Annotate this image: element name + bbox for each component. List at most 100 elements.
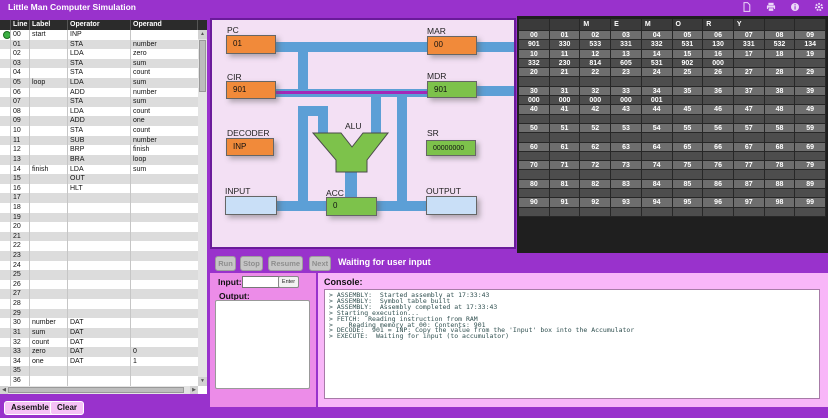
memory-value-cell[interactable] [642,115,673,124]
memory-value-cell[interactable] [703,96,734,105]
memory-value-cell[interactable]: 000 [550,96,581,105]
code-row[interactable]: 33zeroDAT0 [0,347,198,357]
code-row[interactable]: 28 [0,299,198,309]
memory-value-cell[interactable] [734,59,765,68]
memory-value-cell[interactable]: 000 [611,96,642,105]
code-row[interactable]: 09ADDone [0,116,198,126]
code-row[interactable]: 25 [0,270,198,280]
memory-value-cell[interactable] [734,208,765,217]
memory-address-cell[interactable]: 16 [703,50,734,59]
memory-value-cell[interactable] [703,133,734,142]
memory-value-cell[interactable] [580,208,611,217]
memory-address-cell[interactable]: 81 [550,180,581,189]
code-row[interactable]: 29 [0,309,198,319]
memory-address-cell[interactable]: 95 [673,198,704,207]
memory-address-cell[interactable]: 58 [765,124,796,133]
memory-value-cell[interactable]: 531 [673,40,704,49]
horizontal-scroll-thumb[interactable] [8,387,184,393]
memory-value-cell[interactable] [611,115,642,124]
scroll-down-arrow[interactable]: ▼ [198,377,207,386]
memory-value-cell[interactable] [580,133,611,142]
memory-address-cell[interactable]: 48 [765,105,796,114]
memory-value-cell[interactable] [550,115,581,124]
code-row[interactable]: 20 [0,222,198,232]
memory-address-cell[interactable]: 85 [673,180,704,189]
memory-address-cell[interactable]: 06 [703,31,734,40]
code-row[interactable]: 13BRAloop [0,155,198,165]
memory-address-cell[interactable]: 35 [673,87,704,96]
memory-value-cell[interactable] [642,170,673,179]
memory-address-cell[interactable]: 05 [673,31,704,40]
memory-address-cell[interactable]: 02 [580,31,611,40]
horizontal-scrollbar[interactable]: ◀ ▶ [0,386,198,394]
memory-address-cell[interactable]: 94 [642,198,673,207]
memory-address-cell[interactable]: 59 [795,124,826,133]
code-row[interactable]: 10STAcount [0,126,198,136]
memory-value-cell[interactable] [642,77,673,86]
code-row[interactable]: 11SUBnumber [0,136,198,146]
memory-address-cell[interactable]: 33 [611,87,642,96]
memory-value-cell[interactable] [611,152,642,161]
memory-value-cell[interactable] [550,133,581,142]
scroll-up-arrow[interactable]: ▲ [198,30,207,39]
memory-address-cell[interactable]: 78 [765,161,796,170]
memory-value-cell[interactable] [673,133,704,142]
vertical-scroll-thumb[interactable] [199,40,206,92]
memory-address-cell[interactable]: 25 [673,68,704,77]
memory-value-cell[interactable]: 902 [673,59,704,68]
code-row[interactable]: 34oneDAT1 [0,357,198,367]
memory-value-cell[interactable] [703,170,734,179]
memory-address-cell[interactable]: 89 [795,180,826,189]
memory-address-cell[interactable]: 97 [734,198,765,207]
memory-value-cell[interactable] [795,208,826,217]
code-row[interactable]: 16HLT [0,184,198,194]
memory-address-cell[interactable]: 37 [734,87,765,96]
memory-value-cell[interactable] [673,115,704,124]
scroll-right-arrow[interactable]: ▶ [190,386,198,394]
memory-address-cell[interactable]: 44 [642,105,673,114]
memory-value-cell[interactable]: 533 [580,40,611,49]
memory-value-cell[interactable] [673,170,704,179]
memory-address-cell[interactable]: 88 [765,180,796,189]
memory-value-cell[interactable] [611,170,642,179]
code-row[interactable]: 07STAsum [0,97,198,107]
memory-address-cell[interactable]: 20 [519,68,550,77]
memory-value-cell[interactable] [765,96,796,105]
memory-value-cell[interactable] [519,115,550,124]
memory-address-cell[interactable]: 60 [519,143,550,152]
memory-address-cell[interactable]: 80 [519,180,550,189]
memory-address-cell[interactable]: 61 [550,143,581,152]
memory-address-cell[interactable]: 41 [550,105,581,114]
code-row[interactable]: 03STAsum [0,59,198,69]
memory-value-cell[interactable] [795,77,826,86]
memory-address-cell[interactable]: 00 [519,31,550,40]
memory-value-cell[interactable] [703,208,734,217]
memory-address-cell[interactable]: 43 [611,105,642,114]
memory-address-cell[interactable]: 82 [580,180,611,189]
code-row[interactable]: 06ADDnumber [0,88,198,98]
memory-value-cell[interactable] [519,208,550,217]
code-row[interactable]: 23 [0,251,198,261]
memory-address-cell[interactable]: 11 [550,50,581,59]
memory-address-cell[interactable]: 17 [734,50,765,59]
code-row[interactable]: 14finishLDAsum [0,165,198,175]
memory-address-cell[interactable]: 18 [765,50,796,59]
memory-value-cell[interactable] [611,189,642,198]
memory-address-cell[interactable]: 23 [611,68,642,77]
memory-value-cell[interactable] [795,115,826,124]
memory-value-cell[interactable] [519,77,550,86]
memory-value-cell[interactable] [734,115,765,124]
memory-address-cell[interactable]: 12 [580,50,611,59]
memory-address-cell[interactable]: 14 [642,50,673,59]
output-area[interactable] [215,300,310,389]
memory-address-cell[interactable]: 30 [519,87,550,96]
memory-value-cell[interactable] [673,189,704,198]
memory-value-cell[interactable] [795,96,826,105]
memory-value-cell[interactable] [673,208,704,217]
memory-address-cell[interactable]: 71 [550,161,581,170]
memory-address-cell[interactable]: 32 [580,87,611,96]
next-button[interactable]: Next [309,256,331,271]
memory-value-cell[interactable] [519,170,550,179]
memory-value-cell[interactable] [795,170,826,179]
memory-value-cell[interactable] [580,170,611,179]
